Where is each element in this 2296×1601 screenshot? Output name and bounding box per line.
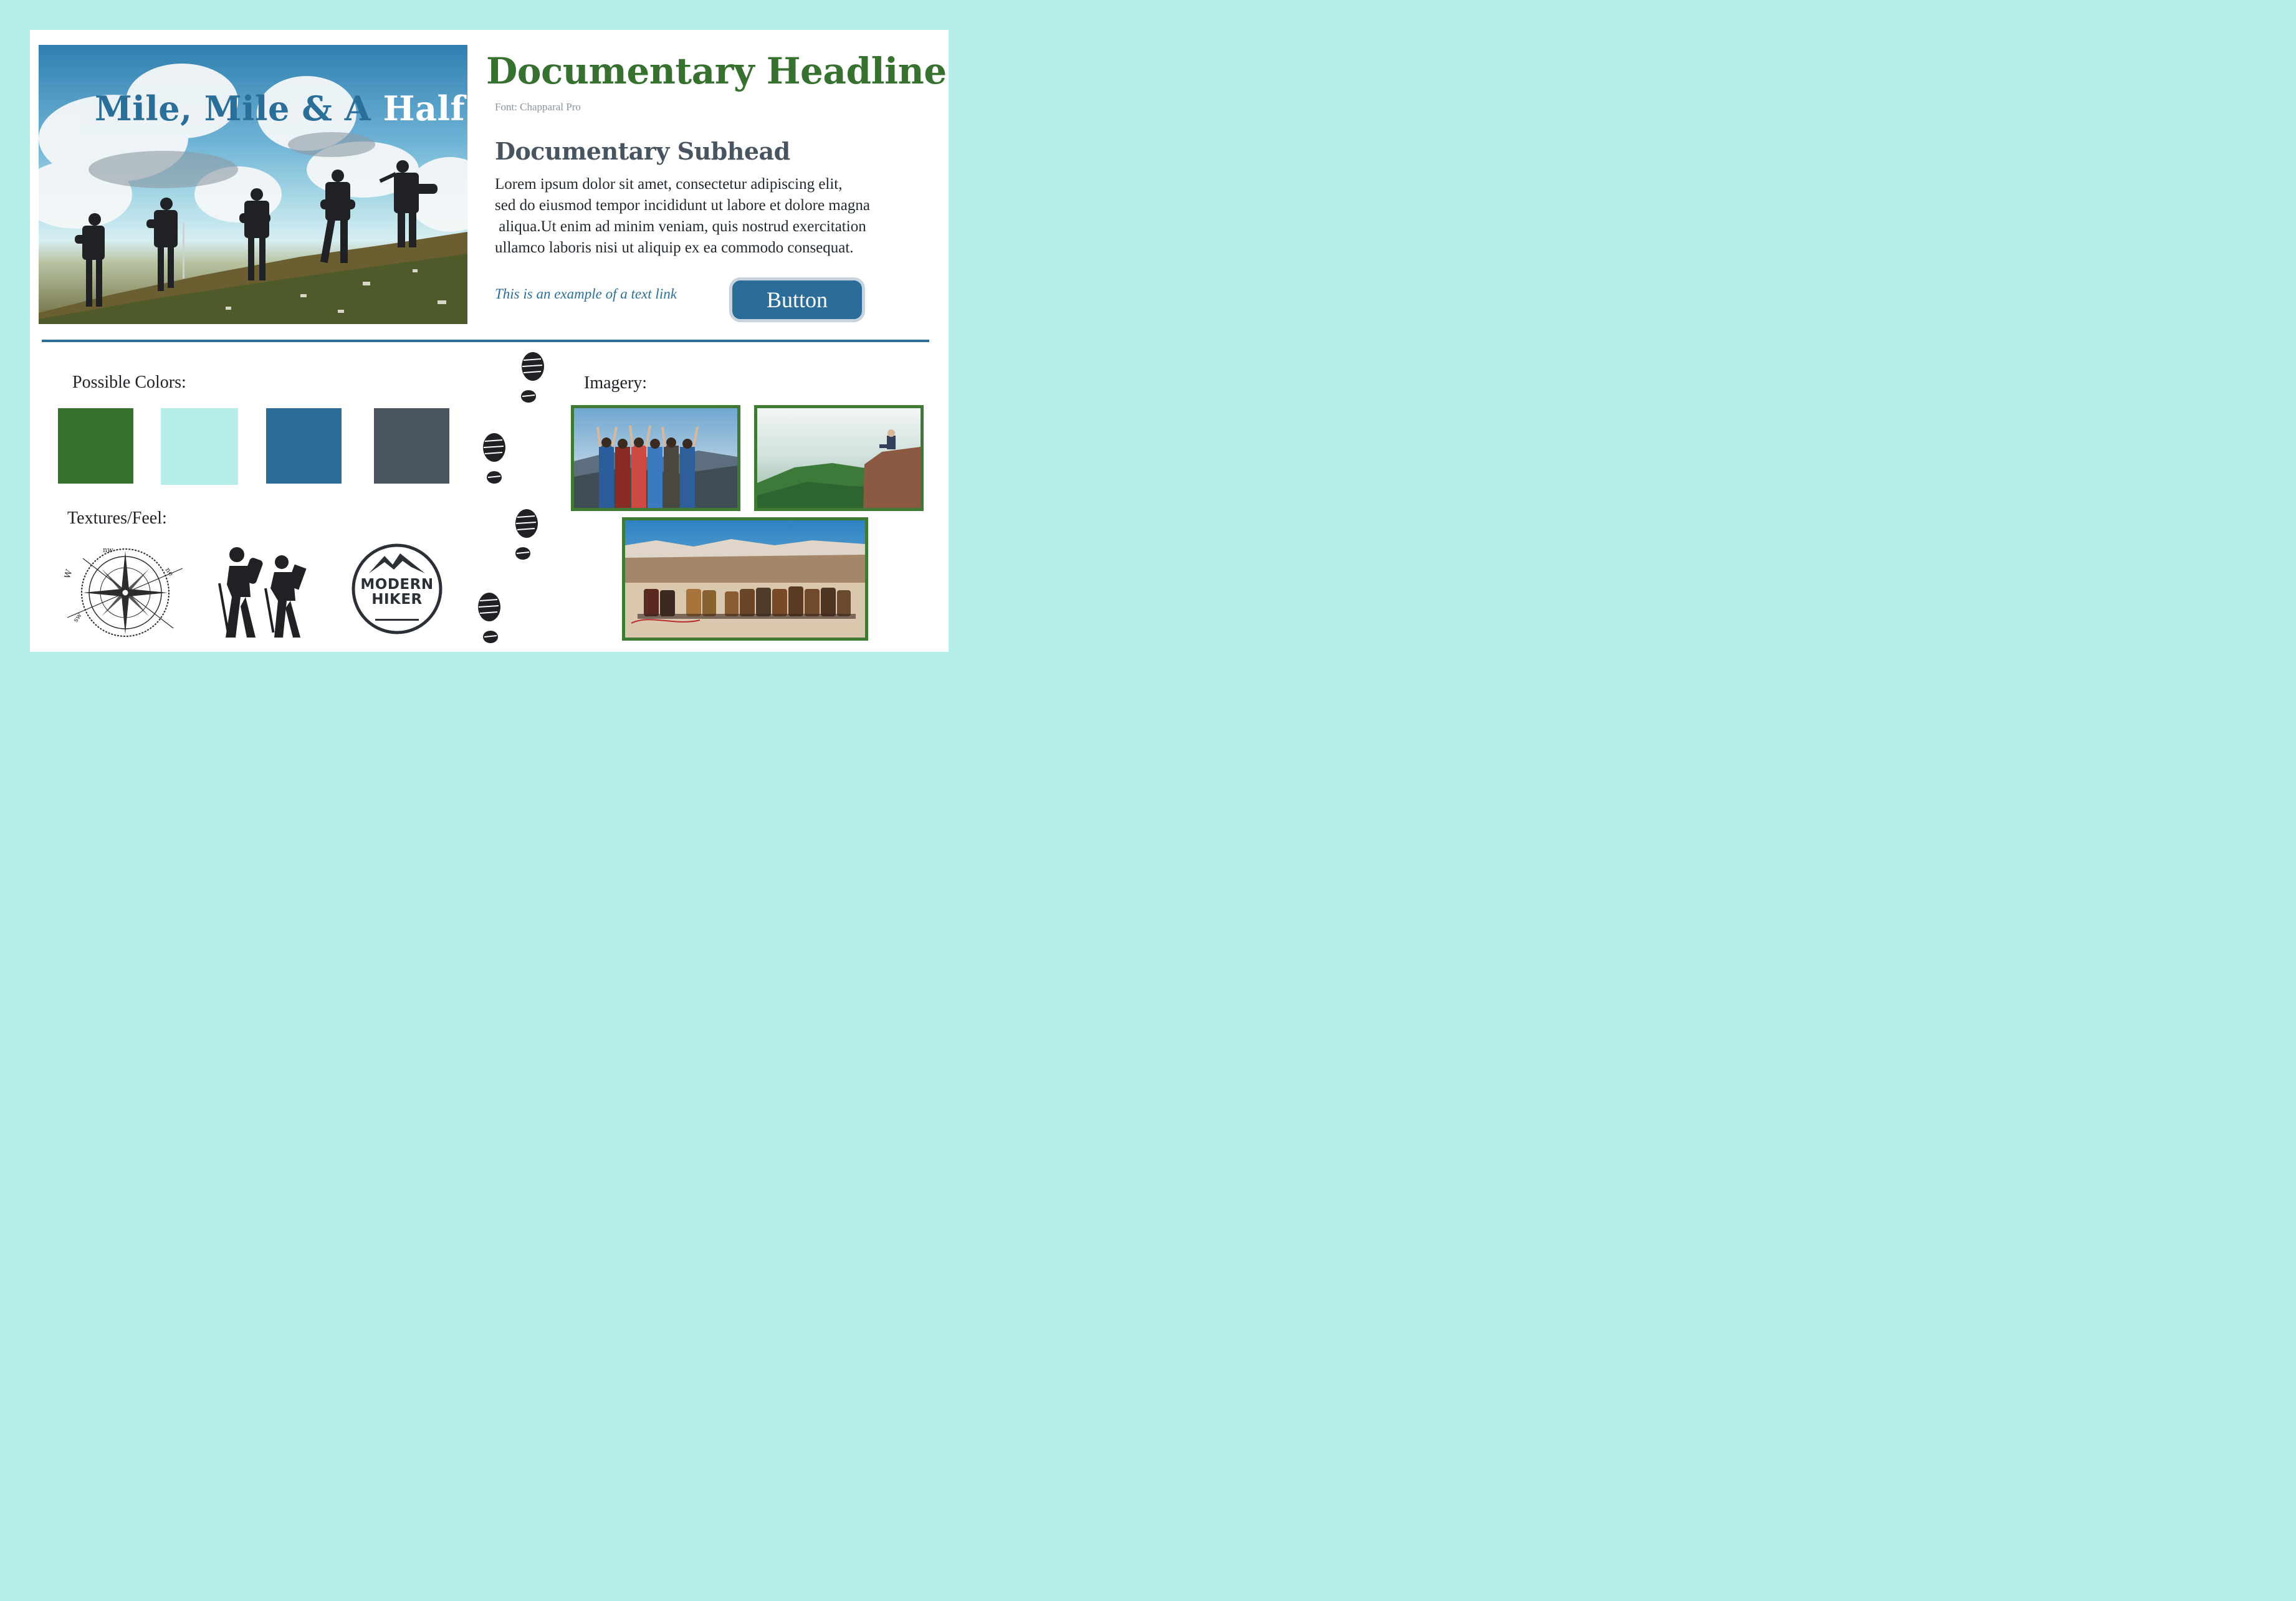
- badge-line-1: MODERN: [360, 576, 434, 593]
- example-text-link[interactable]: This is an example of a text link: [495, 286, 677, 302]
- color-swatch-slate: [374, 408, 449, 484]
- section-divider: [42, 340, 929, 342]
- footprint-icon: [475, 592, 504, 647]
- body-paragraph: Lorem ipsum dolor sit amet, consectetur …: [495, 174, 944, 259]
- color-swatch-blue: [266, 408, 342, 484]
- imagery-label: Imagery:: [584, 373, 648, 393]
- documentary-headline: Documentary Headline: [486, 50, 947, 92]
- modern-hiker-badge: MODERN HIKER: [350, 542, 444, 636]
- footprint-icon: [519, 351, 547, 406]
- compass-letter: W: [64, 568, 75, 580]
- possible-colors-label: Possible Colors:: [72, 373, 186, 392]
- footprint-icon: [512, 509, 541, 563]
- imagery-photo-boots: [622, 517, 868, 641]
- compass-icon: W nw ne sw: [62, 546, 189, 639]
- color-swatch-light-aqua: [161, 408, 238, 485]
- documentary-subhead: Documentary Subhead: [495, 137, 790, 165]
- body-line: Lorem ipsum dolor sit amet, consectetur …: [495, 176, 843, 193]
- body-line: aliqua.Ut enim ad minim veniam, quis nos…: [495, 218, 866, 235]
- hero-scene: [39, 64, 467, 324]
- moodboard-sheet: Mile, Mile & A Half Documentary Headline…: [30, 30, 949, 652]
- compass-letter: nw: [103, 546, 113, 554]
- body-line: ullamco laboris nisi ut aliquip ex ea co…: [495, 239, 854, 256]
- compass-letter: sw: [72, 611, 84, 624]
- imagery-photo-overlook: [754, 405, 924, 511]
- footprint-icon: [480, 433, 509, 487]
- font-note: Font: Chapparal Pro: [495, 101, 581, 113]
- hero-title: Mile, Mile & A Half: [95, 88, 466, 128]
- example-button[interactable]: Button: [729, 277, 865, 322]
- textures-feel-label: Textures/Feel:: [67, 509, 167, 528]
- badge-line-2: HIKER: [371, 591, 423, 608]
- imagery-photo-group: [571, 405, 740, 511]
- hero-image: Mile, Mile & A Half: [39, 45, 467, 324]
- body-line: sed do eiusmod tempor incididunt ut labo…: [495, 197, 870, 214]
- hikers-icon: [218, 547, 312, 638]
- color-swatch-green: [58, 408, 133, 484]
